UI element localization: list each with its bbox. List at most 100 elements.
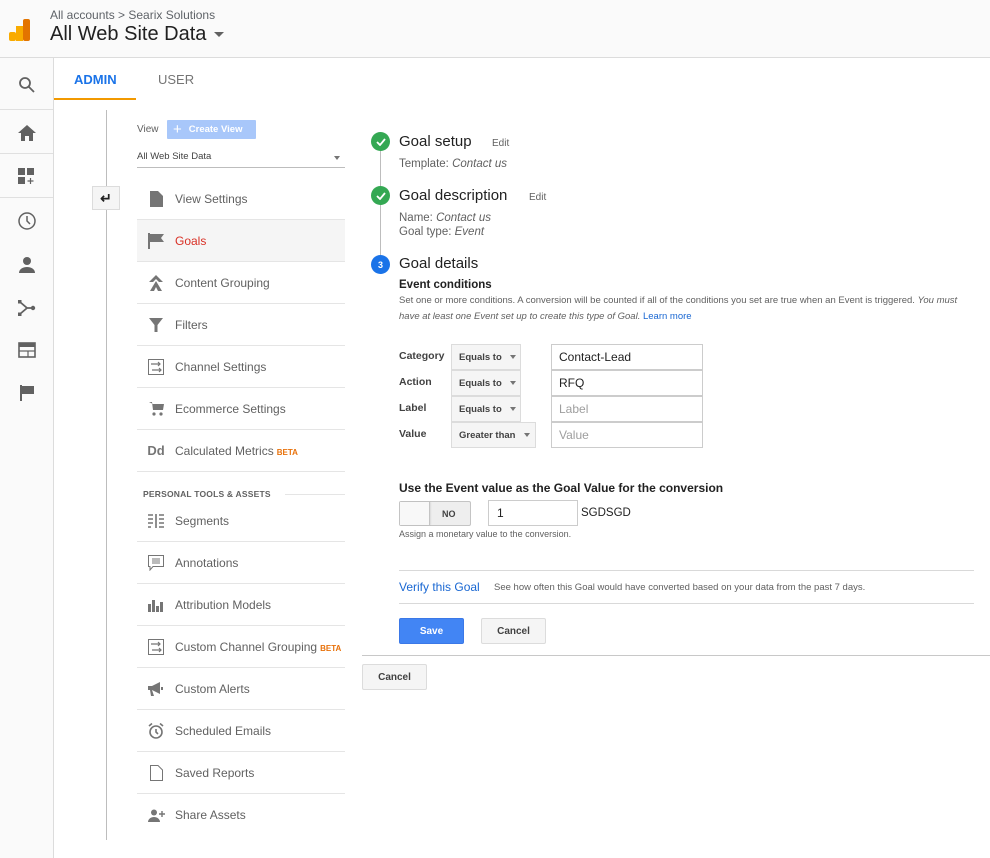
menu-item-label: View Settings	[175, 191, 248, 206]
event-value-toggle[interactable]: NO	[399, 501, 471, 526]
menu-item-scheduled-emails[interactable]: Scheduled Emails	[137, 710, 345, 752]
home-icon[interactable]	[0, 111, 53, 154]
menu-item-segments[interactable]: Segments	[137, 500, 345, 542]
menu-item-label: Share Assets	[175, 808, 246, 822]
edit-goal-description-link[interactable]: Edit	[529, 192, 546, 203]
view-select[interactable]: All Web Site Data	[137, 148, 345, 168]
toggle-state: NO	[442, 509, 456, 519]
section-divider	[285, 494, 345, 495]
label-operator-select[interactable]: Equals to	[451, 396, 521, 422]
megaphone-icon	[137, 681, 175, 696]
breadcrumb[interactable]: All accounts > Searix Solutions	[50, 8, 215, 22]
column-divider	[106, 110, 107, 840]
menu-item-label: Custom Channel Grouping BETA	[175, 639, 342, 654]
plus-icon: +	[173, 121, 182, 138]
menu-item-calculated-metrics[interactable]: Dd Calculated Metrics BETA	[137, 430, 345, 472]
flag-icon	[137, 232, 175, 249]
goal-name: Name: Contact us	[399, 212, 492, 224]
analytics-logo-icon	[9, 19, 30, 41]
view-selector-title[interactable]: All Web Site Data	[50, 23, 225, 46]
menu-item-label: Saved Reports	[175, 765, 255, 780]
conversions-flag-icon[interactable]	[0, 371, 53, 414]
tab-user[interactable]: USER	[158, 72, 194, 87]
menu-item-label: Scheduled Emails	[175, 723, 272, 738]
check-icon	[371, 132, 390, 151]
menu-item-filters[interactable]: Filters	[137, 304, 345, 346]
menu-item-goals[interactable]: Goals	[137, 220, 345, 262]
content-grouping-icon	[137, 274, 175, 291]
save-button[interactable]: Save	[399, 618, 464, 644]
caret-down-icon	[509, 407, 516, 411]
search-icon[interactable]	[0, 63, 53, 106]
menu-item-content-grouping[interactable]: Content Grouping	[137, 262, 345, 304]
beta-badge: BETA	[276, 447, 298, 457]
menu-item-custom-alerts[interactable]: Custom Alerts	[137, 668, 345, 710]
menu-item-attribution-models[interactable]: Attribution Models	[137, 584, 345, 626]
value-input[interactable]	[551, 422, 703, 448]
audience-person-icon[interactable]	[0, 243, 53, 286]
realtime-clock-icon[interactable]	[0, 199, 53, 242]
menu-item-custom-channel-grouping[interactable]: Custom Channel Grouping BETA	[137, 626, 345, 668]
menu-item-label: Channel Settings	[175, 359, 267, 374]
action-input[interactable]	[551, 370, 703, 396]
currency-label: SGDSGD	[581, 507, 631, 519]
tab-admin[interactable]: ADMIN	[74, 72, 117, 87]
caret-down-icon	[523, 433, 530, 437]
menu-item-channel-settings[interactable]: Channel Settings	[137, 346, 345, 388]
alarm-clock-icon	[137, 722, 175, 739]
document-icon	[137, 190, 175, 207]
menu-item-ecommerce-settings[interactable]: Ecommerce Settings	[137, 388, 345, 430]
attribution-icon	[137, 598, 175, 612]
goal-value-hint: Assign a monetary value to the conversio…	[399, 529, 572, 539]
menu-item-share-assets[interactable]: Share Assets	[137, 794, 345, 836]
beta-badge: BETA	[320, 643, 342, 653]
category-operator-select[interactable]: Equals to	[451, 344, 521, 370]
menu-item-label: Attribution Models	[175, 597, 272, 612]
caret-down-icon	[334, 156, 340, 160]
segments-icon	[137, 513, 175, 528]
cancel-button[interactable]: Cancel	[481, 618, 546, 644]
cart-icon	[137, 401, 175, 416]
check-icon	[371, 186, 390, 205]
value-operator-select[interactable]: Greater than	[451, 422, 536, 448]
channel-icon	[137, 638, 175, 655]
verify-goal-link[interactable]: Verify this Goal	[399, 580, 480, 594]
cancel-goal-button[interactable]: Cancel	[362, 664, 427, 690]
create-view-button[interactable]: + Create View	[167, 120, 256, 139]
menu-item-view-settings[interactable]: View Settings	[137, 178, 345, 220]
acquisition-icon[interactable]	[0, 286, 53, 329]
verify-goal-description: See how often this Goal would have conve…	[494, 582, 866, 593]
step-title-goal-details: Goal details	[399, 255, 479, 272]
step-number-badge: 3	[371, 255, 390, 274]
behavior-icon[interactable]	[0, 328, 53, 371]
section-title-personal-tools: PERSONAL TOOLS & ASSETS	[143, 489, 271, 499]
menu-item-label: Segments	[175, 513, 230, 528]
menu-item-saved-reports[interactable]: Saved Reports	[137, 752, 345, 794]
saved-report-icon	[137, 764, 175, 781]
menu-item-label: Filters	[175, 317, 208, 332]
event-value-title: Use the Event value as the Goal Value fo…	[399, 481, 724, 495]
customization-icon[interactable]	[0, 155, 53, 198]
condition-label-category: Category	[399, 350, 445, 362]
action-operator-select[interactable]: Equals to	[451, 370, 521, 396]
learn-more-link[interactable]: Learn more	[643, 311, 692, 322]
caret-down-icon	[214, 32, 225, 37]
filter-icon	[137, 317, 175, 332]
channel-icon	[137, 358, 175, 375]
page-title: All Web Site Data	[50, 23, 207, 45]
step-title-goal-setup: Goal setup	[399, 133, 472, 150]
category-input[interactable]	[551, 344, 703, 370]
menu-item-label: Goals	[175, 233, 207, 248]
view-select-value: All Web Site Data	[137, 151, 212, 162]
collapse-back-button[interactable]: ↵	[92, 186, 120, 210]
admin-tabs: ADMIN USER	[54, 58, 990, 101]
top-bar: All accounts > Searix Solutions All Web …	[0, 0, 990, 58]
goal-value-input[interactable]	[488, 500, 578, 526]
menu-item-annotations[interactable]: Annotations	[137, 542, 345, 584]
view-label: View	[137, 124, 159, 135]
edit-goal-setup-link[interactable]: Edit	[492, 138, 509, 149]
annotation-icon	[137, 554, 175, 571]
event-conditions-title: Event conditions	[399, 279, 492, 291]
menu-item-label: Ecommerce Settings	[175, 401, 286, 416]
label-input[interactable]	[551, 396, 703, 422]
